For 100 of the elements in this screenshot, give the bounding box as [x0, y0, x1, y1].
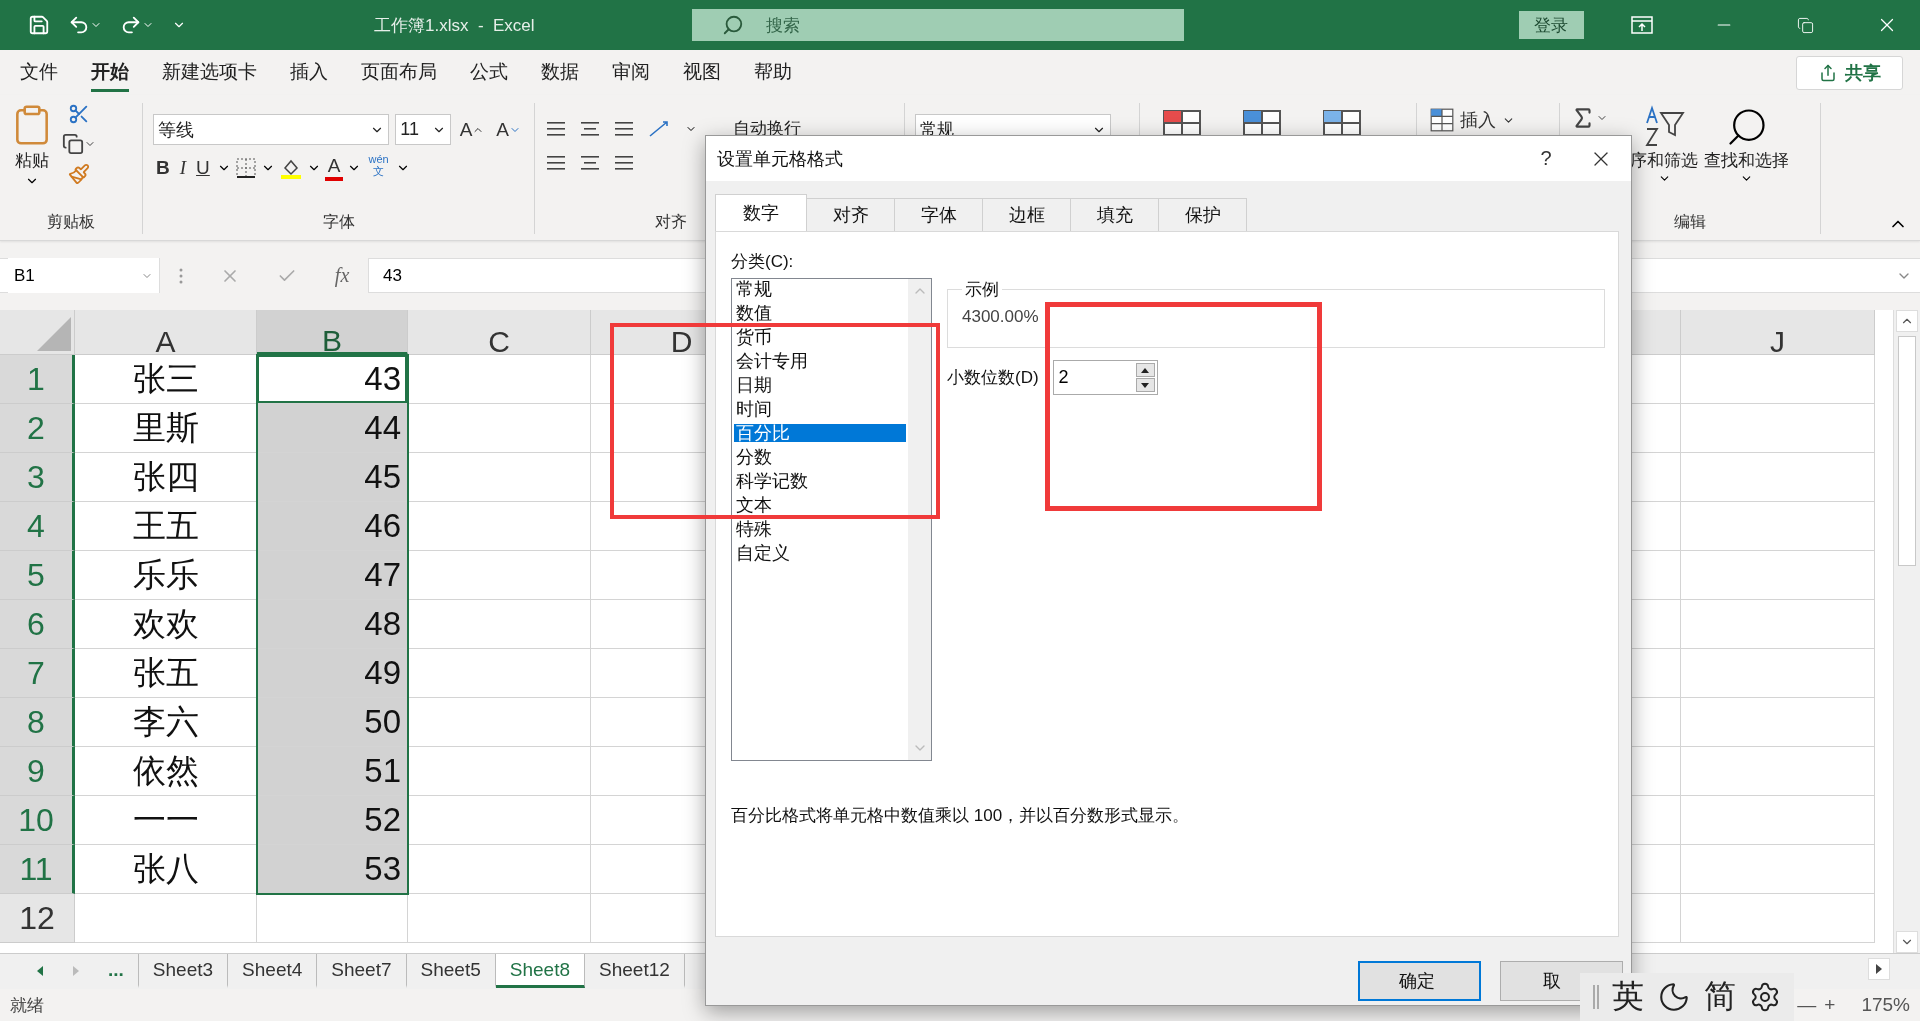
row-header[interactable]: 12 [0, 894, 75, 943]
row-header[interactable]: 11 [0, 845, 75, 894]
bold-button[interactable]: B [153, 153, 173, 183]
grow-font-button[interactable]: A [456, 114, 488, 145]
align-top-icon[interactable] [545, 119, 567, 138]
insert-function-button[interactable]: fx [334, 264, 350, 287]
down-triangle-icon[interactable] [1141, 382, 1150, 388]
row-header[interactable]: 6 [0, 600, 75, 649]
zoom-out-button[interactable]: — [1797, 994, 1817, 1016]
script-toggle[interactable]: 简 [1704, 975, 1737, 1019]
zoom-level[interactable]: 175% [1861, 994, 1910, 1016]
sheet-tab[interactable]: Sheet12 [585, 954, 685, 988]
decrement-button[interactable] [1135, 378, 1155, 392]
save-icon[interactable] [28, 14, 50, 36]
align-bottom-icon[interactable] [613, 119, 635, 138]
column-header[interactable]: B [257, 310, 408, 355]
paste-label[interactable]: 粘贴 [15, 149, 49, 172]
category-item[interactable]: 特殊 [734, 520, 906, 538]
row-header[interactable]: 1 [0, 355, 75, 404]
italic-button[interactable]: I [176, 153, 190, 183]
dialog-tab[interactable]: 保护 [1158, 198, 1247, 231]
redo-icon[interactable] [120, 14, 142, 36]
ribbon-tab[interactable]: 数据 [541, 53, 579, 92]
sheet-tab[interactable]: Sheet7 [317, 954, 407, 988]
previous-sheet-icon[interactable] [35, 965, 45, 977]
row-header[interactable]: 10 [0, 796, 75, 845]
align-center-icon[interactable] [579, 154, 601, 172]
phonetic-button[interactable]: wén 文 [365, 153, 392, 183]
ribbon-tab[interactable]: 帮助 [754, 53, 792, 92]
column-header[interactable]: A [75, 310, 257, 355]
font-color-button[interactable]: A [324, 155, 344, 181]
restore-icon[interactable] [1796, 16, 1814, 34]
sort-filter-label[interactable]: 序和筛选 [1630, 149, 1698, 172]
sheet-tab[interactable]: Sheet8 [495, 954, 585, 988]
decimals-spinner[interactable]: 2 [1052, 360, 1158, 395]
search-field[interactable]: 搜索 [692, 9, 1184, 41]
category-item[interactable]: 科学记数 [734, 472, 906, 490]
shrink-font-button[interactable]: A [493, 114, 524, 145]
help-button[interactable]: ? [1521, 146, 1571, 171]
sheet-tab[interactable]: ... [94, 954, 139, 988]
sign-in-button[interactable]: 登录 [1518, 11, 1584, 39]
row-header[interactable]: 9 [0, 747, 75, 796]
category-item[interactable]: 常规 [734, 280, 906, 298]
group-label: 剪贴板 [46, 212, 96, 232]
category-item[interactable]: 文本 [734, 496, 906, 514]
name-box[interactable]: B1 [8, 258, 160, 293]
category-item[interactable]: 自定义 [734, 544, 906, 562]
share-icon[interactable] [1818, 63, 1837, 82]
align-right-icon[interactable] [613, 154, 635, 172]
ribbon-tab[interactable]: 视图 [683, 53, 721, 92]
font-select[interactable]: 等线 [153, 114, 390, 145]
insert-cells-icon[interactable] [1430, 108, 1454, 132]
right-triangle-icon[interactable] [1874, 963, 1884, 975]
row-header[interactable]: 3 [0, 453, 75, 502]
row-header[interactable]: 4 [0, 502, 75, 551]
border-icon[interactable] [234, 157, 257, 179]
drag-handle[interactable] [1592, 985, 1599, 1009]
row-header[interactable]: 5 [0, 551, 75, 600]
category-item[interactable]: 日期 [734, 376, 906, 394]
sheet-tab[interactable]: Sheet5 [406, 954, 496, 988]
ribbon-tab[interactable]: 公式 [470, 53, 508, 92]
dialog-tab[interactable]: 数字 [715, 194, 807, 231]
sort-filter-icon[interactable] [1643, 105, 1685, 149]
category-item[interactable]: 时间 [734, 400, 906, 418]
category-item[interactable]: 分数 [734, 448, 906, 466]
up-triangle-icon[interactable] [1141, 367, 1150, 373]
align-left-icon[interactable] [545, 154, 567, 172]
ribbon-tab[interactable]: 文件 [20, 53, 58, 92]
copy-icon[interactable] [62, 133, 84, 155]
category-item[interactable]: 会计专用 [734, 352, 906, 370]
row-header[interactable]: 2 [0, 404, 75, 453]
increment-button[interactable] [1135, 363, 1155, 377]
ribbon-tab[interactable]: 审阅 [612, 53, 650, 92]
zoom-in-button[interactable]: + [1824, 994, 1836, 1016]
align-middle-icon[interactable] [579, 119, 601, 138]
ribbon-tab[interactable]: 新建选项卡 [162, 53, 257, 92]
sheet-tab[interactable]: Sheet3 [138, 954, 229, 988]
scroll-thumb[interactable] [1898, 336, 1916, 566]
ribbon-tab[interactable]: 页面布局 [361, 53, 437, 92]
undo-icon[interactable] [68, 14, 90, 36]
row-header[interactable]: 7 [0, 649, 75, 698]
scroll-right-button[interactable] [1868, 958, 1890, 980]
column-header[interactable]: C [408, 310, 591, 355]
category-list[interactable]: 常规 数值 货币 会计专用 日期 时间 百分比 分数 科学记数 文本 特殊 自定义 [731, 278, 932, 761]
ok-button[interactable]: 确定 [1358, 961, 1481, 1001]
find-select-label[interactable]: 查找和选择 [1704, 149, 1789, 172]
ribbon-tab[interactable]: 插入 [290, 53, 328, 92]
underline-button[interactable]: U [193, 153, 213, 183]
group-label: 编辑 [1673, 212, 1707, 232]
brush-icon[interactable] [68, 163, 90, 185]
font-size-select[interactable]: 11 [395, 114, 451, 145]
ribbon-tab[interactable]: 开始 [91, 53, 129, 92]
insert-button[interactable]: 插入 [1427, 105, 1518, 135]
row-header[interactable]: 8 [0, 698, 75, 747]
category-item[interactable]: 百分比 [734, 424, 906, 442]
ribbon-display-icon[interactable] [1631, 16, 1654, 34]
column-header[interactable]: J [1681, 310, 1875, 355]
scissors-icon[interactable] [68, 103, 90, 125]
sheet-tab[interactable]: Sheet4 [228, 954, 318, 988]
share-button[interactable]: 共享 [1796, 55, 1903, 90]
